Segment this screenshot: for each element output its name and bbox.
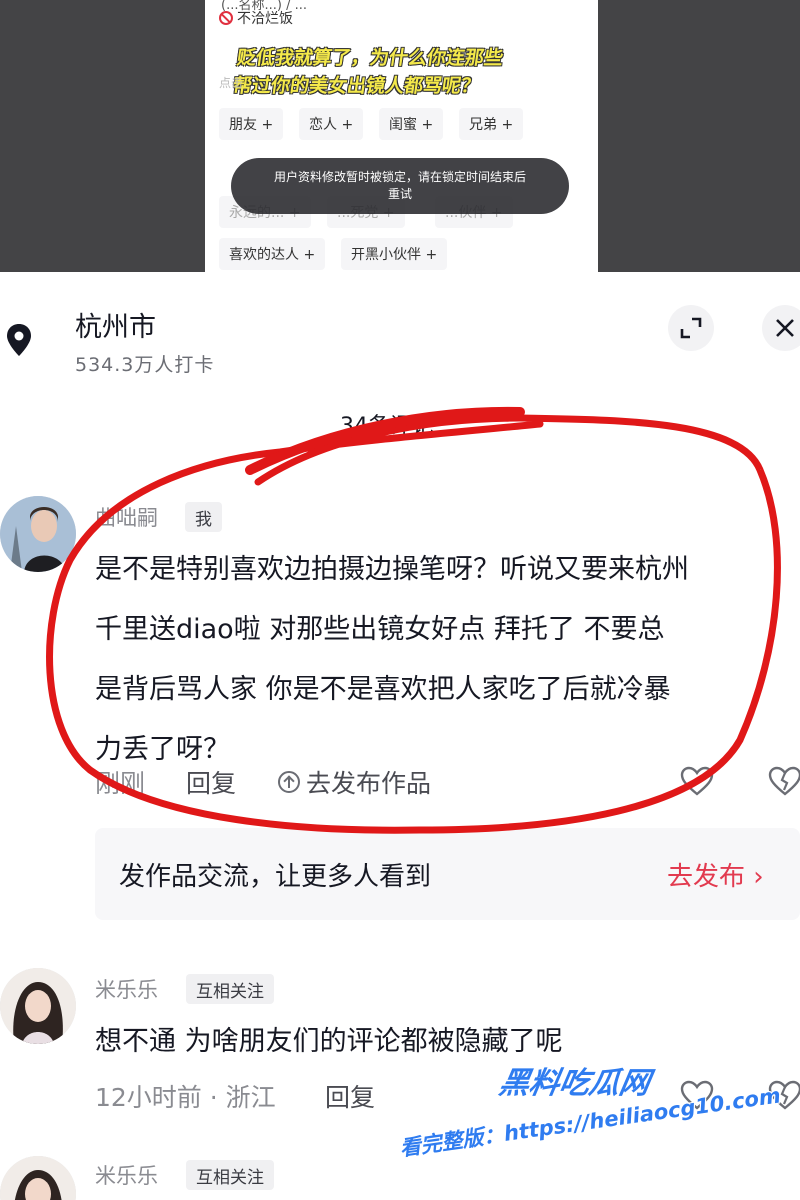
close-icon [776,319,794,337]
embedded-status-text: 不洽烂饭 [237,11,293,27]
self-badge: 我 [185,502,222,532]
avatar[interactable] [0,496,76,572]
promo-text: 发作品交流，让更多人看到 [119,862,432,892]
embedded-caption-line-2: 帮过你的美女出镜人都骂呢？ [231,75,482,97]
mutual-follow-badge: 互相关注 [186,974,274,1004]
location-pin-icon [7,324,31,356]
commenter-name[interactable]: 米乐乐 [95,974,158,1004]
commenter-name[interactable]: 曲咄嗣 [95,502,158,532]
page: (...名称...) / ... 不洽烂饭 贬低我就算了，为什么你连那些 帮过你… [0,0,800,1200]
embedded-screenshot: (...名称...) / ... 不洽烂饭 贬低我就算了，为什么你连那些 帮过你… [205,0,598,272]
embedded-caption: 贬低我就算了，为什么你连那些 帮过你的美女出镜人都骂呢？ [231,44,579,100]
publish-upload-icon [278,771,300,793]
ban-icon [219,11,233,25]
toast-line-2: 重试 [387,187,412,201]
avatar-image [0,968,76,1044]
comment-line-3: 是背后骂人家 你是不是喜欢把人家吃了后就冷暴 [95,674,671,705]
embedded-status: 不洽烂饭 [219,8,293,28]
comment-text: 是不是特别喜欢边拍摄边操笔呀？听说又要来杭州 千里送diao啦 对那些出镜女好点… [95,540,800,780]
avatar[interactable] [0,968,76,1044]
avatar-image [0,496,76,572]
tag-lover[interactable]: 恋人 + [299,108,364,140]
comment-line-1: 是不是特别喜欢边拍摄边操笔呀？听说又要来杭州 [95,554,689,585]
comment-time: 刚刚 [95,769,146,798]
watermark-title: 黑料吃瓜网 [496,1066,653,1101]
tag-brother[interactable]: 兄弟 + [459,108,524,140]
embedded-hint: 点击 [219,76,244,90]
heart-icon[interactable] [680,766,714,796]
backdrop-right-panel [598,0,800,272]
commenter-name[interactable]: 米乐乐 [95,1160,158,1190]
expand-button[interactable] [668,305,714,351]
comment-count: 34条评论 [340,414,434,439]
avatar-image [0,1156,76,1200]
toast-line-1: 用户资料修改暂时被锁定，请在锁定时间结束后 [273,170,526,184]
embedded-caption-line-1: 贬低我就算了，为什么你连那些 [235,47,505,69]
reply-button[interactable]: 回复 [186,764,236,800]
publish-work-label: 去发布作品 [306,769,432,798]
comment-text: 想不通 为啥朋友们的评论都被隐藏了呢 [95,1026,563,1057]
comment-time-location: 12小时前 · 浙江 [95,1083,276,1112]
tag-gaming-buddy[interactable]: 开黑小伙伴 + [341,238,448,270]
avatar[interactable] [0,1156,76,1200]
comment-line-2: 千里送diao啦 对那些出镜女好点 拜托了 不要总 [95,614,665,645]
tag-bestie[interactable]: 闺蜜 + [379,108,444,140]
location-title[interactable]: 杭州市 [75,305,156,344]
embedded-screenshot-backdrop: (...名称...) / ... 不洽烂饭 贬低我就算了，为什么你连那些 帮过你… [0,0,800,272]
broken-heart-icon[interactable] [768,766,800,796]
expand-icon [680,317,702,339]
reply-button[interactable]: 回复 [325,1078,375,1114]
publish-promo-card[interactable]: 发作品交流，让更多人看到 去发布 › [95,828,800,920]
tag-favorite-creator[interactable]: 喜欢的达人 + [219,238,326,270]
close-button[interactable] [762,305,800,351]
lock-toast: 用户资料修改暂时被锁定，请在锁定时间结束后 重试 [231,158,569,214]
tag-friend[interactable]: 朋友 + [219,108,284,140]
location-checkins: 534.3万人打卡 [75,354,215,376]
backdrop-left-panel [0,0,205,272]
promo-publish-button[interactable]: 去发布 › [667,856,764,893]
publish-work-link[interactable]: 去发布作品 [278,764,431,800]
mutual-follow-badge: 互相关注 [186,1160,274,1190]
